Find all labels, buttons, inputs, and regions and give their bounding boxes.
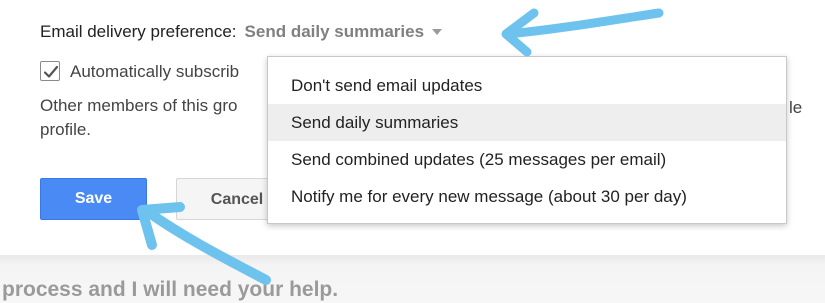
members-info-text-tail: le	[789, 98, 803, 117]
cancel-button[interactable]: Cancel	[176, 178, 276, 220]
save-button[interactable]: Save	[40, 178, 147, 220]
option-no-email-updates[interactable]: Don't send email updates	[268, 67, 786, 104]
email-preference-select[interactable]: Send daily summaries	[245, 22, 425, 41]
chevron-down-icon[interactable]	[432, 28, 443, 35]
email-preference-dropdown: Don't send email updates Send daily summ…	[267, 56, 787, 224]
email-preference-label: Email delivery preference:	[40, 22, 237, 41]
email-delivery-preference: Email delivery preference: Send daily sum…	[40, 22, 443, 42]
members-info-text: Other members of this gro	[40, 96, 238, 115]
auto-subscribe-row: Automatically subscrib	[40, 60, 240, 83]
footer-text: process and I will need your help.	[2, 278, 339, 301]
option-combined-updates[interactable]: Send combined updates (25 messages per e…	[268, 141, 786, 178]
profile-info-text: profile.	[40, 120, 92, 139]
option-daily-summaries[interactable]: Send daily summaries	[268, 104, 786, 141]
option-every-new-message[interactable]: Notify me for every new message (about 3…	[268, 178, 786, 215]
auto-subscribe-label: Automatically subscrib	[70, 62, 240, 81]
auto-subscribe-checkbox[interactable]	[40, 60, 60, 81]
settings-panel: Email delivery preference: Send daily sum…	[0, 0, 825, 255]
checkmark-icon	[43, 65, 59, 78]
